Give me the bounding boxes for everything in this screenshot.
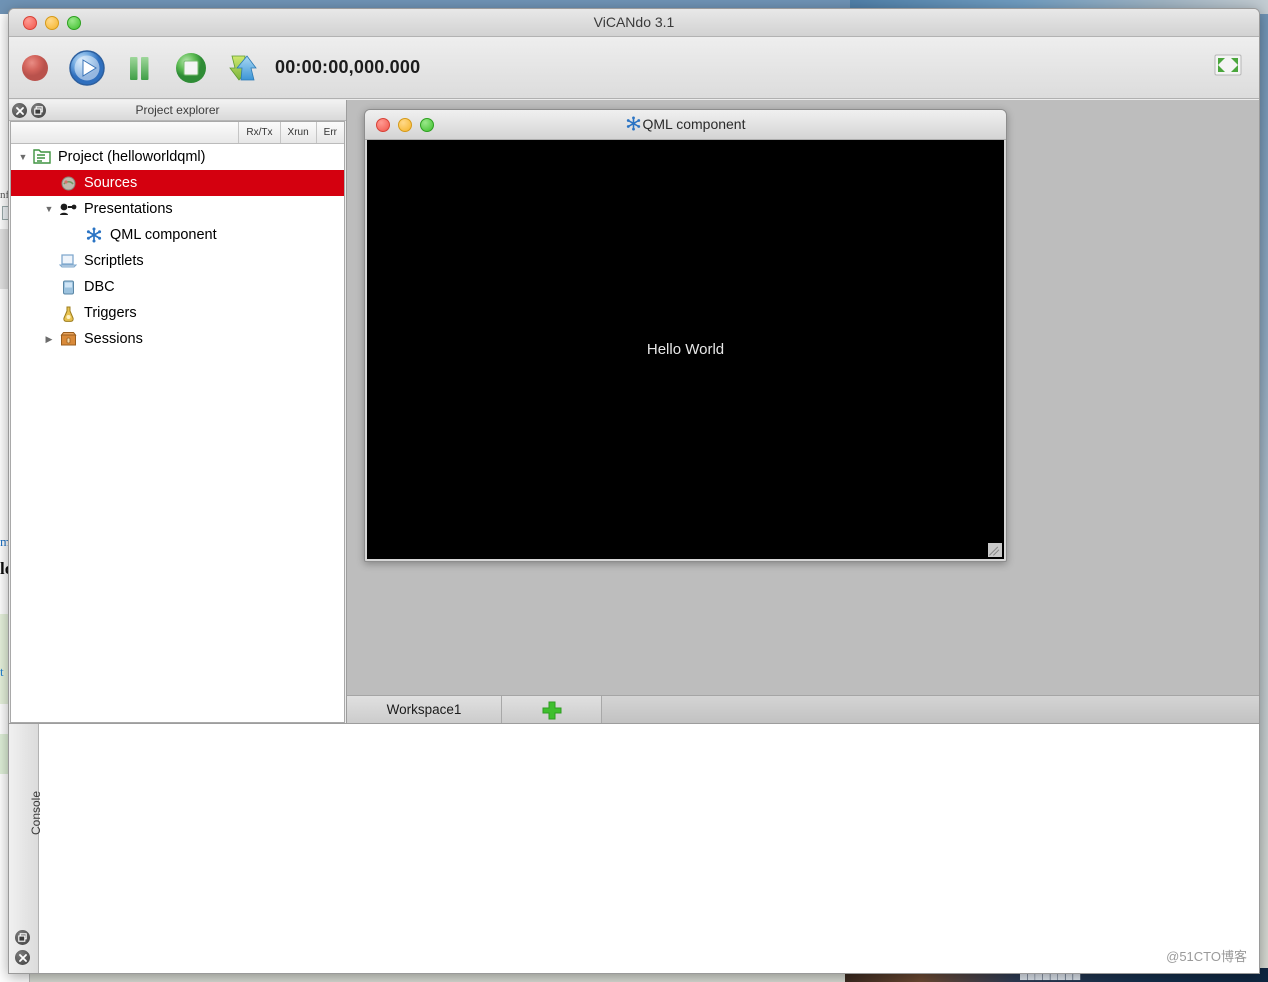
tree-item-presentations[interactable]: ▼ Presentations: [11, 196, 344, 222]
sources-icon: [57, 175, 79, 192]
window-body: Project explorer Rx/Tx Xrun Err ▼ Project…: [9, 100, 1259, 973]
presentations-icon: [57, 201, 79, 217]
tree-item-sources[interactable]: Sources: [11, 170, 344, 196]
qml-resize-handle[interactable]: [988, 543, 1002, 557]
qml-icon: [626, 116, 641, 134]
fullscreen-icon[interactable]: [1213, 53, 1243, 77]
triggers-icon: [57, 305, 79, 322]
tree-item-label: Sessions: [84, 331, 143, 347]
chevron-down-icon[interactable]: ▼: [15, 152, 31, 162]
twisty-spacer: [41, 256, 57, 266]
qml-canvas[interactable]: Hello World: [367, 140, 1004, 559]
tree-column-headers: Rx/Tx Xrun Err: [11, 122, 344, 144]
tree-item-sessions[interactable]: ▶ Sessions: [11, 326, 344, 352]
twisty-spacer: [41, 178, 57, 188]
project-explorer-header: Project explorer: [9, 100, 346, 121]
twisty-spacer: [41, 308, 57, 318]
session-timer: 00:00:00,000.000: [275, 57, 420, 78]
project-explorer-title: Project explorer: [9, 103, 346, 117]
qml-window-title: QML component: [365, 116, 1006, 134]
qml-window-title-text: QML component: [643, 116, 746, 132]
qml-component-window: QML component Hello World: [364, 109, 1007, 562]
hello-world-text: Hello World: [647, 341, 724, 358]
twisty-spacer: [41, 282, 57, 292]
tree-item-scriptlets[interactable]: Scriptlets: [11, 248, 344, 274]
tree-item-triggers[interactable]: Triggers: [11, 300, 344, 326]
sessions-icon: [57, 331, 79, 347]
tree-item-project-helloworldqml[interactable]: ▼ Project (helloworldqml): [11, 144, 344, 170]
project-tree: ▼ Project (helloworldqml) Sources ▼ Present…: [11, 144, 344, 352]
console-dock: Console @51CTO博客: [9, 723, 1259, 973]
tab-workspace1[interactable]: Workspace1: [347, 696, 502, 723]
pause-button[interactable]: [113, 45, 165, 91]
chevron-down-icon[interactable]: ▼: [41, 204, 57, 214]
project-icon: [31, 149, 53, 165]
stop-button[interactable]: [165, 45, 217, 91]
project-explorer-dock: Project explorer Rx/Tx Xrun Err ▼ Project…: [9, 100, 346, 723]
qml-window-titlebar: QML component: [365, 110, 1006, 140]
column-header-err[interactable]: Err: [316, 122, 344, 143]
tree-item-label: DBC: [84, 279, 115, 295]
tree-item-label: Scriptlets: [84, 253, 144, 269]
tree-item-label: Sources: [84, 175, 137, 191]
plus-icon: [541, 700, 563, 720]
workspace-tabbar: Workspace1: [347, 695, 1259, 723]
float-panel-icon[interactable]: [15, 930, 30, 945]
console-output[interactable]: [40, 724, 1259, 973]
console-dock-buttons: [15, 930, 30, 965]
column-header-rxtx[interactable]: Rx/Tx: [238, 122, 279, 143]
scriptlets-icon: [57, 253, 79, 269]
project-explorer-panel: Rx/Tx Xrun Err ▼ Project (helloworldqml) …: [10, 121, 345, 723]
reload-button[interactable]: [217, 45, 269, 91]
console-sidebar: Console: [9, 724, 39, 973]
main-toolbar: 00:00:00,000.000: [9, 37, 1259, 99]
application-window: ViCANdo 3.1: [8, 8, 1260, 974]
dbc-icon: [57, 279, 79, 296]
column-header-xrun[interactable]: Xrun: [280, 122, 316, 143]
tree-item-label: Project (helloworldqml): [58, 149, 205, 165]
qml-icon: [83, 227, 105, 243]
play-button[interactable]: [61, 45, 113, 91]
window-titlebar: ViCANdo 3.1: [9, 9, 1259, 37]
close-icon[interactable]: [15, 950, 30, 965]
tree-item-qml-component[interactable]: QML component: [11, 222, 344, 248]
tabbar-filler: [602, 696, 1259, 723]
record-button[interactable]: [9, 45, 61, 91]
workspace-area: QML component Hello World Workspace1: [346, 100, 1259, 723]
tree-item-label: Presentations: [84, 201, 173, 217]
add-workspace-tab-button[interactable]: [502, 696, 602, 723]
twisty-spacer: [67, 230, 83, 240]
tree-item-label: Triggers: [84, 305, 137, 321]
chevron-right-icon[interactable]: ▶: [41, 334, 57, 345]
window-title: ViCANdo 3.1: [9, 14, 1259, 30]
watermark: @51CTO博客: [1166, 946, 1247, 965]
tree-item-label: QML component: [110, 227, 217, 243]
tree-item-dbc[interactable]: DBC: [11, 274, 344, 300]
